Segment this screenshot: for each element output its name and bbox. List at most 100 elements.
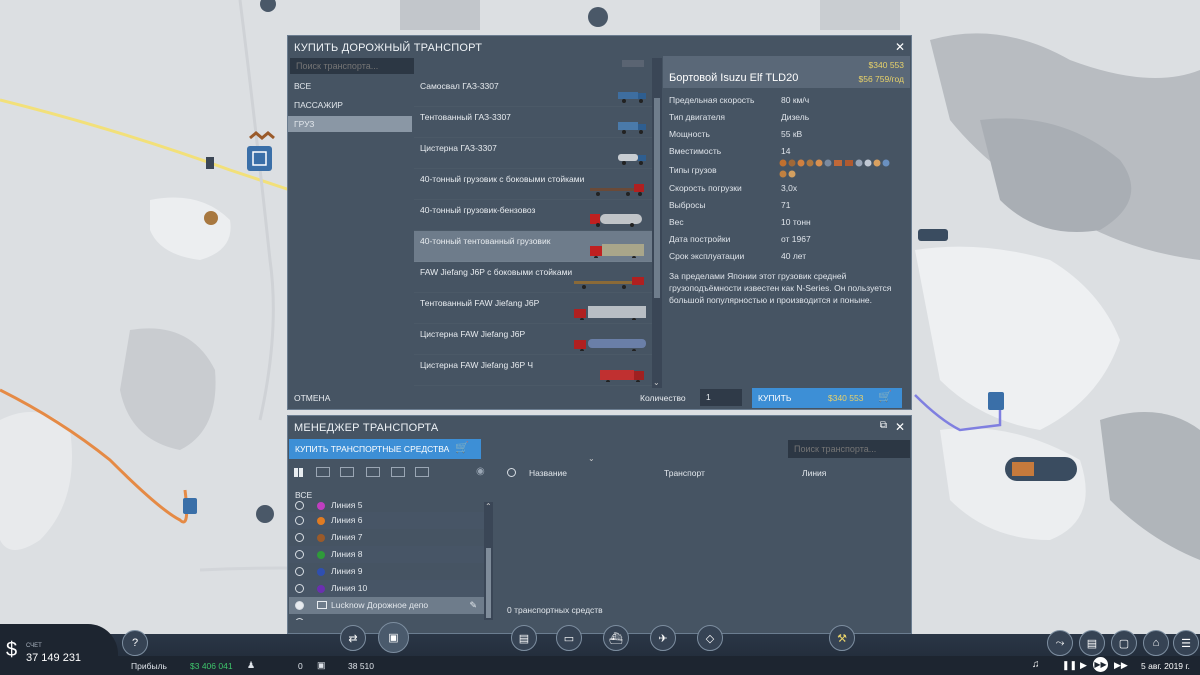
edit-icon[interactable]: ✎ [469,597,477,614]
profit-label: Прибыль [131,661,167,671]
transport-manager: МЕНЕДЖЕР ТРАНСПОРТА ⧉ ✕ КУПИТЬ ТРАНСПОРТ… [287,415,912,634]
line-radio[interactable] [295,501,304,510]
network-button[interactable]: ⤳ [1047,630,1073,656]
vehicle-price: $340 553 [868,60,904,70]
popout-icon[interactable]: ⧉ [880,420,887,431]
vehicle-row[interactable]: FAW Jiefang J6P с боковыми стойками [414,262,652,293]
truck-icon [574,339,646,351]
lines-button[interactable]: ⇄ [340,625,366,651]
category-all[interactable]: ВСЕ [288,78,412,94]
line-row[interactable] [289,614,485,620]
vehicle-count: 0 транспортных средств [507,605,603,615]
truck-icon [618,154,646,165]
vehicle-row-selected[interactable]: 40-тонный тентованный грузовик [414,231,652,262]
fast-forward-icon[interactable]: ▶▶ [1093,657,1108,672]
line-radio[interactable] [295,618,304,620]
spec-label: Вместимость [669,146,722,156]
vehicle-list-button[interactable]: ▤ [1079,630,1105,656]
vehicle-yearly-cost: $56 759/год [858,74,904,84]
line-row[interactable]: Линия 7 [289,529,485,546]
road-vehicles-button[interactable]: ▤ [511,625,537,651]
filter-plane-icon[interactable] [415,467,429,477]
plane-button[interactable]: ✈ [650,625,676,651]
col-line[interactable]: Линия [802,468,826,478]
line-list-scrollbar[interactable]: ⌃ [484,502,493,620]
select-all-radio[interactable] [507,468,516,477]
vehicle-row[interactable]: Тентованный ГАЗ-3307 [414,107,652,138]
chat-button[interactable]: ▢ [1111,630,1137,656]
depot-row[interactable]: Lucknow Дорожное депо ✎ [289,597,485,614]
truck-icon [590,214,642,227]
spec-value: 80 км/ч [781,95,810,105]
person-icon: ♟ [247,660,256,670]
vehicle-row[interactable]: Цистерна FAW Jiefang J6P Ч [414,355,652,386]
settings-button[interactable]: ☰ [1173,630,1199,656]
line-list: ВСЕ Линия 5 Линия 6 Линия 7 Линия 8 Лини… [289,488,485,620]
truck-icon [574,306,646,320]
vehicle-row[interactable]: Самосвал ГАЗ-3307 [414,76,652,107]
box-icon: ▣ [317,660,326,670]
filter-road-icon[interactable] [316,467,330,477]
filter-rail-icon[interactable] [366,467,380,477]
quantity-input[interactable]: 1 [700,389,742,406]
line-color-dot [317,568,325,576]
line-row[interactable]: Линия 6 [289,512,485,529]
cart-icon: 🛒 [455,442,469,454]
vehicle-row[interactable]: Цистерна ГАЗ-3307 [414,138,652,169]
ship-button[interactable]: ⛴ [603,625,629,651]
cancel-button[interactable]: ОТМЕНА [294,393,330,403]
line-radio[interactable] [295,584,304,593]
vehicle-row[interactable]: Тентованный FAW Jiefang J6P [414,293,652,324]
category-cargo[interactable]: ГРУЗ [288,116,412,132]
line-radio[interactable] [295,567,304,576]
truck-icon [600,370,644,382]
bulldozer-button[interactable]: ⚒ [829,625,855,651]
vehicle-title: Бортовой Isuzu Elf TLD20 [669,72,799,84]
col-name[interactable]: Название [529,468,567,478]
pause-icon[interactable]: ❚❚ [1062,660,1077,671]
col-vehicle[interactable]: Транспорт [664,468,705,478]
manager-search-input[interactable] [788,440,910,458]
fastest-icon[interactable]: ▶▶ [1114,660,1128,671]
chevron-down-icon[interactable]: ⌄ [588,454,595,463]
eye-icon[interactable]: ◉ [476,466,485,477]
line-radio-checked[interactable] [295,601,304,610]
play-icon[interactable]: ▶ [1080,660,1087,671]
line-row[interactable]: Линия 8 [289,546,485,563]
chevron-down-icon[interactable]: ⌄ [653,378,660,387]
close-icon[interactable]: ✕ [895,420,905,434]
spec-value: Дизель [781,112,810,122]
vehicle-row[interactable]: Цистерна FAW Jiefang J6P [414,324,652,355]
close-icon[interactable]: ✕ [895,40,905,54]
vehicle-search-input[interactable] [290,58,414,74]
buy-button[interactable]: КУПИТЬ $340 553 🛒 [752,388,902,408]
vehicle-row[interactable]: 40-тонный грузовик с боковыми стойками [414,169,652,200]
terrain-button[interactable]: ◇ [697,625,723,651]
filter-ship-icon[interactable] [391,467,405,477]
buy-vehicles-button[interactable]: КУПИТЬ ТРАНСПОРТНЫЕ СРЕДСТВА 🛒 [289,439,481,459]
music-icon[interactable]: ♫ [1032,659,1040,670]
filter-all-icon[interactable] [294,468,303,477]
line-radio[interactable] [295,533,304,542]
manager-title: МЕНЕДЖЕР ТРАНСПОРТА [294,422,439,434]
vehicles-button[interactable]: ▣ [378,622,409,653]
spec-value: 10 тонн [781,217,811,227]
line-radio[interactable] [295,516,304,525]
rail-button[interactable]: ▭ [556,625,582,651]
account-panel: $ СЧЕТ 37 149 231 [0,624,118,675]
line-radio[interactable] [295,550,304,559]
spec-label: Тип двигателя [669,112,726,122]
chevron-up-icon[interactable]: ⌃ [485,502,492,511]
line-row[interactable]: Линия 10 [289,580,485,597]
game-date: 5 авг. 2019 г. [1141,661,1190,671]
spec-value: от 1967 [781,234,811,244]
vehicle-list-scrollbar[interactable]: ⌄ [652,58,662,388]
line-color-dot [317,585,325,593]
category-passenger[interactable]: ПАССАЖИР [288,97,412,113]
filter-bus-icon[interactable] [340,467,354,477]
city-button[interactable]: ⌂ [1143,630,1169,656]
line-row[interactable]: Линия 9 [289,563,485,580]
truck-icon [574,277,644,289]
vehicle-row[interactable]: 40-тонный грузовик-бензовоз [414,200,652,231]
help-button[interactable]: ? [122,630,148,656]
